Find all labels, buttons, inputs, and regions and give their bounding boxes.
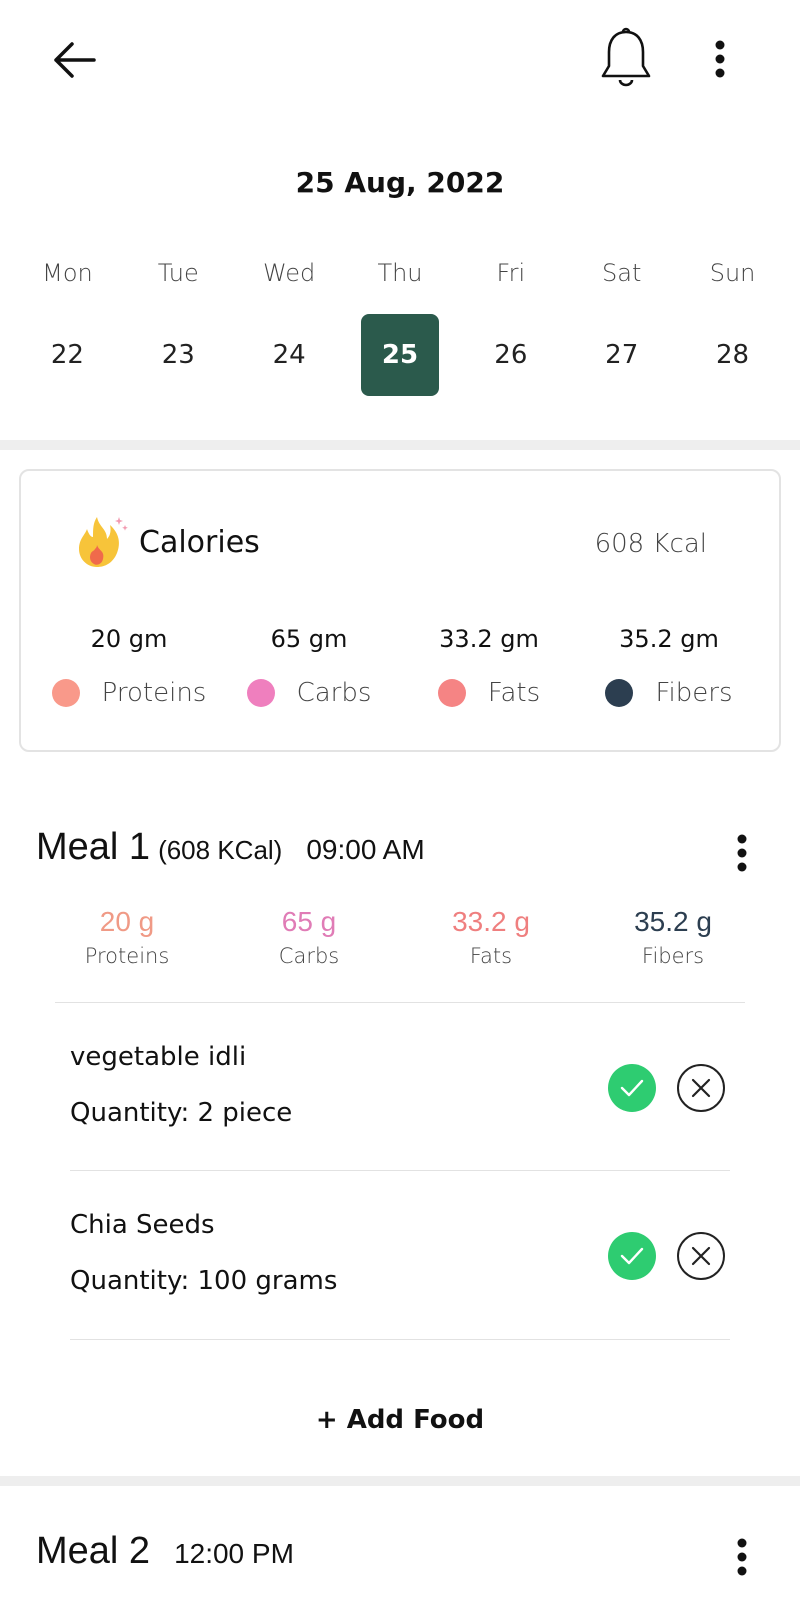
macro-value: 65 gm bbox=[270, 625, 348, 653]
macro-value: 35.2 g bbox=[634, 906, 712, 937]
day-tue[interactable]: Tue 23 bbox=[123, 250, 234, 396]
macro-legend: Carbs bbox=[246, 675, 372, 711]
day-number: 22 bbox=[50, 340, 84, 370]
selected-date-title: 25 Aug, 2022 bbox=[295, 166, 505, 199]
macro-value: 20 g bbox=[99, 906, 155, 937]
remove-food-button[interactable] bbox=[677, 1232, 725, 1280]
divider bbox=[55, 1002, 745, 1003]
meal-name: Meal 1 bbox=[36, 826, 151, 868]
meal-macro-fibers: 35.2 g Fibers bbox=[582, 902, 764, 968]
macro-label: Fats bbox=[469, 944, 513, 968]
macro-value: 33.2 g bbox=[452, 906, 530, 937]
check-icon bbox=[620, 1247, 644, 1265]
meal-macro-carbs: 65 g Carbs bbox=[218, 902, 400, 968]
notifications-button[interactable] bbox=[594, 24, 658, 92]
day-number: 26 bbox=[494, 340, 528, 370]
macro-value: 20 gm bbox=[90, 625, 168, 653]
day-wed[interactable]: Wed 24 bbox=[234, 250, 345, 396]
macro-label: Fibers bbox=[641, 944, 705, 968]
divider bbox=[70, 1339, 730, 1340]
food-item: vegetable idli Quantity: 2 piece bbox=[70, 1010, 730, 1170]
day-name: Sat bbox=[602, 259, 642, 287]
calories-title: Calories bbox=[139, 525, 260, 560]
meal-options-button[interactable] bbox=[722, 1532, 762, 1582]
macro-fats: 33.2 gm Fats bbox=[399, 621, 579, 711]
macro-summary: 20 gm Proteins 65 gm Carbs 33.2 gm Fats … bbox=[39, 621, 759, 711]
macro-label: Proteins bbox=[84, 944, 170, 968]
meal-header: Meal 1 (608 KCal) 09:00 AM bbox=[36, 826, 425, 869]
day-name: Mon bbox=[42, 259, 93, 287]
meal-time: 09:00 AM bbox=[306, 834, 425, 865]
macro-name: Fats bbox=[487, 678, 541, 708]
remove-food-button[interactable] bbox=[677, 1064, 725, 1112]
check-icon bbox=[620, 1079, 644, 1097]
section-divider bbox=[0, 1476, 800, 1486]
food-item: Chia Seeds Quantity: 100 grams bbox=[70, 1178, 730, 1338]
day-name: Sun bbox=[709, 259, 756, 287]
week-calendar: Mon 22 Tue 23 Wed 24 Thu 25 Fri 26 Sat 2… bbox=[12, 250, 788, 396]
macro-value: 65 g bbox=[281, 906, 337, 937]
more-options-button[interactable] bbox=[700, 34, 740, 84]
fibers-color-dot bbox=[605, 679, 634, 707]
macro-legend: Proteins bbox=[51, 675, 207, 711]
day-number: 23 bbox=[161, 340, 195, 370]
more-vertical-icon bbox=[737, 1538, 747, 1576]
day-number: 27 bbox=[605, 340, 639, 370]
food-name: vegetable idli bbox=[70, 1042, 247, 1072]
fire-icon bbox=[79, 517, 128, 567]
food-quantity: Quantity: 2 piece bbox=[70, 1098, 293, 1128]
calories-card: Calories 608 Kcal 20 gm Proteins 65 gm C… bbox=[19, 469, 781, 752]
macro-value: 33.2 gm bbox=[439, 625, 539, 653]
meal-macro-fats: 33.2 g Fats bbox=[400, 902, 582, 968]
section-divider bbox=[0, 440, 800, 450]
divider bbox=[70, 1170, 730, 1171]
macro-fibers: 35.2 gm Fibers bbox=[579, 621, 759, 711]
food-quantity: Quantity: 100 grams bbox=[70, 1266, 338, 1296]
day-name: Wed bbox=[262, 259, 316, 287]
meal-macro-proteins: 20 g Proteins bbox=[36, 902, 218, 968]
macro-carbs: 65 gm Carbs bbox=[219, 621, 399, 711]
fats-color-dot bbox=[437, 679, 466, 707]
macro-value: 35.2 gm bbox=[619, 625, 719, 653]
back-button[interactable] bbox=[44, 32, 104, 88]
day-fri[interactable]: Fri 26 bbox=[455, 250, 566, 396]
more-vertical-icon bbox=[737, 834, 747, 872]
proteins-color-dot bbox=[51, 679, 80, 707]
food-name: Chia Seeds bbox=[70, 1210, 215, 1240]
meal-kcal: (608 KCal) bbox=[158, 835, 283, 865]
day-sun[interactable]: Sun 28 bbox=[677, 250, 788, 396]
day-name: Tue bbox=[157, 259, 199, 287]
top-bar bbox=[0, 0, 800, 118]
day-number: 28 bbox=[716, 340, 750, 370]
day-mon[interactable]: Mon 22 bbox=[12, 250, 123, 396]
day-name: Thu bbox=[377, 259, 423, 287]
arrow-left-icon bbox=[54, 42, 96, 78]
meal-time: 12:00 PM bbox=[174, 1538, 294, 1569]
mark-eaten-button[interactable] bbox=[608, 1064, 656, 1112]
close-icon bbox=[691, 1246, 711, 1266]
carbs-color-dot bbox=[246, 679, 275, 707]
macro-proteins: 20 gm Proteins bbox=[39, 621, 219, 711]
calories-total: 608 Kcal bbox=[594, 529, 707, 559]
meal-macros: 20 g Proteins 65 g Carbs 33.2 g Fats 35.… bbox=[36, 902, 764, 968]
meal-options-button[interactable] bbox=[722, 828, 762, 878]
bell-icon bbox=[601, 27, 651, 87]
macro-name: Fibers bbox=[655, 678, 733, 708]
more-vertical-icon bbox=[715, 40, 725, 78]
macro-name: Carbs bbox=[296, 678, 372, 708]
day-number: 25 bbox=[360, 314, 439, 396]
mark-eaten-button[interactable] bbox=[608, 1232, 656, 1280]
day-name: Fri bbox=[496, 259, 526, 287]
add-food-button[interactable]: + Add Food bbox=[0, 1405, 800, 1435]
day-sat[interactable]: Sat 27 bbox=[566, 250, 677, 396]
meal-header: Meal 2 12:00 PM bbox=[36, 1530, 294, 1573]
macro-legend: Fibers bbox=[605, 675, 733, 711]
macro-legend: Fats bbox=[437, 675, 541, 711]
macro-label: Carbs bbox=[278, 944, 340, 968]
close-icon bbox=[691, 1078, 711, 1098]
day-thu-selected[interactable]: Thu 25 bbox=[345, 250, 456, 396]
meal-name: Meal 2 bbox=[36, 1530, 151, 1572]
macro-name: Proteins bbox=[101, 678, 207, 708]
day-number: 24 bbox=[272, 340, 306, 370]
